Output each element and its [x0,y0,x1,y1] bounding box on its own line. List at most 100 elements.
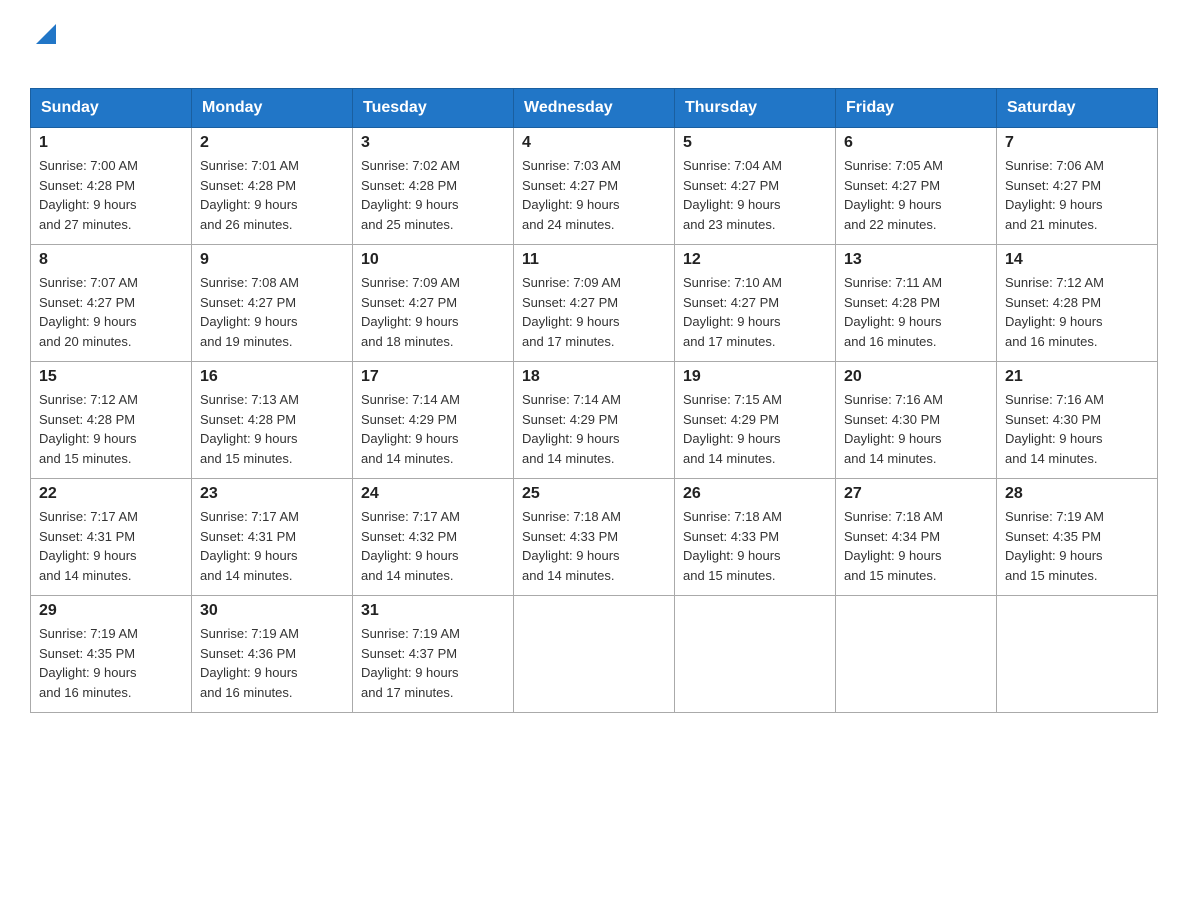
day-info: Sunrise: 7:07 AMSunset: 4:27 PMDaylight:… [39,273,183,351]
calendar-cell: 15 Sunrise: 7:12 AMSunset: 4:28 PMDaylig… [31,362,192,479]
day-info: Sunrise: 7:15 AMSunset: 4:29 PMDaylight:… [683,390,827,468]
day-info: Sunrise: 7:09 AMSunset: 4:27 PMDaylight:… [361,273,505,351]
calendar-cell: 8 Sunrise: 7:07 AMSunset: 4:27 PMDayligh… [31,245,192,362]
calendar-header-row: SundayMondayTuesdayWednesdayThursdayFrid… [31,89,1158,128]
day-number: 30 [200,602,344,620]
day-info: Sunrise: 7:17 AMSunset: 4:31 PMDaylight:… [39,507,183,585]
calendar-cell: 9 Sunrise: 7:08 AMSunset: 4:27 PMDayligh… [192,245,353,362]
day-number: 9 [200,251,344,269]
calendar-cell: 1 Sunrise: 7:00 AMSunset: 4:28 PMDayligh… [31,128,192,245]
day-info: Sunrise: 7:19 AMSunset: 4:35 PMDaylight:… [1005,507,1149,585]
calendar-cell [836,596,997,713]
calendar-cell: 19 Sunrise: 7:15 AMSunset: 4:29 PMDaylig… [675,362,836,479]
calendar-week-row: 15 Sunrise: 7:12 AMSunset: 4:28 PMDaylig… [31,362,1158,479]
calendar-cell: 31 Sunrise: 7:19 AMSunset: 4:37 PMDaylig… [353,596,514,713]
day-info: Sunrise: 7:02 AMSunset: 4:28 PMDaylight:… [361,156,505,234]
calendar-cell: 4 Sunrise: 7:03 AMSunset: 4:27 PMDayligh… [514,128,675,245]
day-number: 8 [39,251,183,269]
day-info: Sunrise: 7:16 AMSunset: 4:30 PMDaylight:… [1005,390,1149,468]
calendar-cell: 11 Sunrise: 7:09 AMSunset: 4:27 PMDaylig… [514,245,675,362]
day-info: Sunrise: 7:09 AMSunset: 4:27 PMDaylight:… [522,273,666,351]
day-number: 25 [522,485,666,503]
weekday-header-tuesday: Tuesday [353,89,514,128]
day-number: 17 [361,368,505,386]
calendar-cell: 20 Sunrise: 7:16 AMSunset: 4:30 PMDaylig… [836,362,997,479]
day-number: 7 [1005,134,1149,152]
weekday-header-monday: Monday [192,89,353,128]
page-header [30,20,1158,68]
logo [30,20,60,68]
calendar-cell: 16 Sunrise: 7:13 AMSunset: 4:28 PMDaylig… [192,362,353,479]
calendar-cell [997,596,1158,713]
calendar-week-row: 22 Sunrise: 7:17 AMSunset: 4:31 PMDaylig… [31,479,1158,596]
calendar-cell: 17 Sunrise: 7:14 AMSunset: 4:29 PMDaylig… [353,362,514,479]
weekday-header-saturday: Saturday [997,89,1158,128]
calendar-cell: 18 Sunrise: 7:14 AMSunset: 4:29 PMDaylig… [514,362,675,479]
day-number: 13 [844,251,988,269]
calendar-cell: 24 Sunrise: 7:17 AMSunset: 4:32 PMDaylig… [353,479,514,596]
day-number: 1 [39,134,183,152]
weekday-header-thursday: Thursday [675,89,836,128]
calendar-cell: 5 Sunrise: 7:04 AMSunset: 4:27 PMDayligh… [675,128,836,245]
calendar-cell: 30 Sunrise: 7:19 AMSunset: 4:36 PMDaylig… [192,596,353,713]
day-number: 15 [39,368,183,386]
day-info: Sunrise: 7:01 AMSunset: 4:28 PMDaylight:… [200,156,344,234]
calendar-cell: 12 Sunrise: 7:10 AMSunset: 4:27 PMDaylig… [675,245,836,362]
day-info: Sunrise: 7:18 AMSunset: 4:34 PMDaylight:… [844,507,988,585]
day-number: 6 [844,134,988,152]
day-number: 16 [200,368,344,386]
day-number: 28 [1005,485,1149,503]
day-info: Sunrise: 7:10 AMSunset: 4:27 PMDaylight:… [683,273,827,351]
calendar-cell: 28 Sunrise: 7:19 AMSunset: 4:35 PMDaylig… [997,479,1158,596]
day-number: 3 [361,134,505,152]
day-info: Sunrise: 7:18 AMSunset: 4:33 PMDaylight:… [683,507,827,585]
day-info: Sunrise: 7:12 AMSunset: 4:28 PMDaylight:… [39,390,183,468]
day-info: Sunrise: 7:14 AMSunset: 4:29 PMDaylight:… [522,390,666,468]
weekday-header-friday: Friday [836,89,997,128]
calendar-cell: 27 Sunrise: 7:18 AMSunset: 4:34 PMDaylig… [836,479,997,596]
calendar-week-row: 8 Sunrise: 7:07 AMSunset: 4:27 PMDayligh… [31,245,1158,362]
day-number: 31 [361,602,505,620]
day-info: Sunrise: 7:06 AMSunset: 4:27 PMDaylight:… [1005,156,1149,234]
calendar-cell: 26 Sunrise: 7:18 AMSunset: 4:33 PMDaylig… [675,479,836,596]
day-number: 10 [361,251,505,269]
day-info: Sunrise: 7:08 AMSunset: 4:27 PMDaylight:… [200,273,344,351]
weekday-header-wednesday: Wednesday [514,89,675,128]
calendar-cell: 10 Sunrise: 7:09 AMSunset: 4:27 PMDaylig… [353,245,514,362]
calendar-week-row: 29 Sunrise: 7:19 AMSunset: 4:35 PMDaylig… [31,596,1158,713]
calendar-cell: 21 Sunrise: 7:16 AMSunset: 4:30 PMDaylig… [997,362,1158,479]
day-info: Sunrise: 7:04 AMSunset: 4:27 PMDaylight:… [683,156,827,234]
day-number: 26 [683,485,827,503]
calendar-cell: 29 Sunrise: 7:19 AMSunset: 4:35 PMDaylig… [31,596,192,713]
day-info: Sunrise: 7:11 AMSunset: 4:28 PMDaylight:… [844,273,988,351]
day-info: Sunrise: 7:19 AMSunset: 4:35 PMDaylight:… [39,624,183,702]
day-info: Sunrise: 7:12 AMSunset: 4:28 PMDaylight:… [1005,273,1149,351]
day-info: Sunrise: 7:17 AMSunset: 4:32 PMDaylight:… [361,507,505,585]
day-info: Sunrise: 7:17 AMSunset: 4:31 PMDaylight:… [200,507,344,585]
day-info: Sunrise: 7:14 AMSunset: 4:29 PMDaylight:… [361,390,505,468]
day-info: Sunrise: 7:00 AMSunset: 4:28 PMDaylight:… [39,156,183,234]
day-info: Sunrise: 7:18 AMSunset: 4:33 PMDaylight:… [522,507,666,585]
day-number: 27 [844,485,988,503]
day-number: 22 [39,485,183,503]
day-info: Sunrise: 7:19 AMSunset: 4:36 PMDaylight:… [200,624,344,702]
calendar-cell: 22 Sunrise: 7:17 AMSunset: 4:31 PMDaylig… [31,479,192,596]
calendar-cell: 6 Sunrise: 7:05 AMSunset: 4:27 PMDayligh… [836,128,997,245]
day-number: 12 [683,251,827,269]
calendar-cell: 25 Sunrise: 7:18 AMSunset: 4:33 PMDaylig… [514,479,675,596]
day-info: Sunrise: 7:05 AMSunset: 4:27 PMDaylight:… [844,156,988,234]
calendar-cell: 2 Sunrise: 7:01 AMSunset: 4:28 PMDayligh… [192,128,353,245]
day-number: 4 [522,134,666,152]
day-info: Sunrise: 7:13 AMSunset: 4:28 PMDaylight:… [200,390,344,468]
calendar-cell: 14 Sunrise: 7:12 AMSunset: 4:28 PMDaylig… [997,245,1158,362]
day-number: 24 [361,485,505,503]
day-number: 11 [522,251,666,269]
day-number: 20 [844,368,988,386]
calendar-table: SundayMondayTuesdayWednesdayThursdayFrid… [30,88,1158,713]
calendar-week-row: 1 Sunrise: 7:00 AMSunset: 4:28 PMDayligh… [31,128,1158,245]
day-number: 23 [200,485,344,503]
weekday-header-sunday: Sunday [31,89,192,128]
logo-triangle-icon [32,20,60,48]
day-number: 21 [1005,368,1149,386]
day-number: 14 [1005,251,1149,269]
